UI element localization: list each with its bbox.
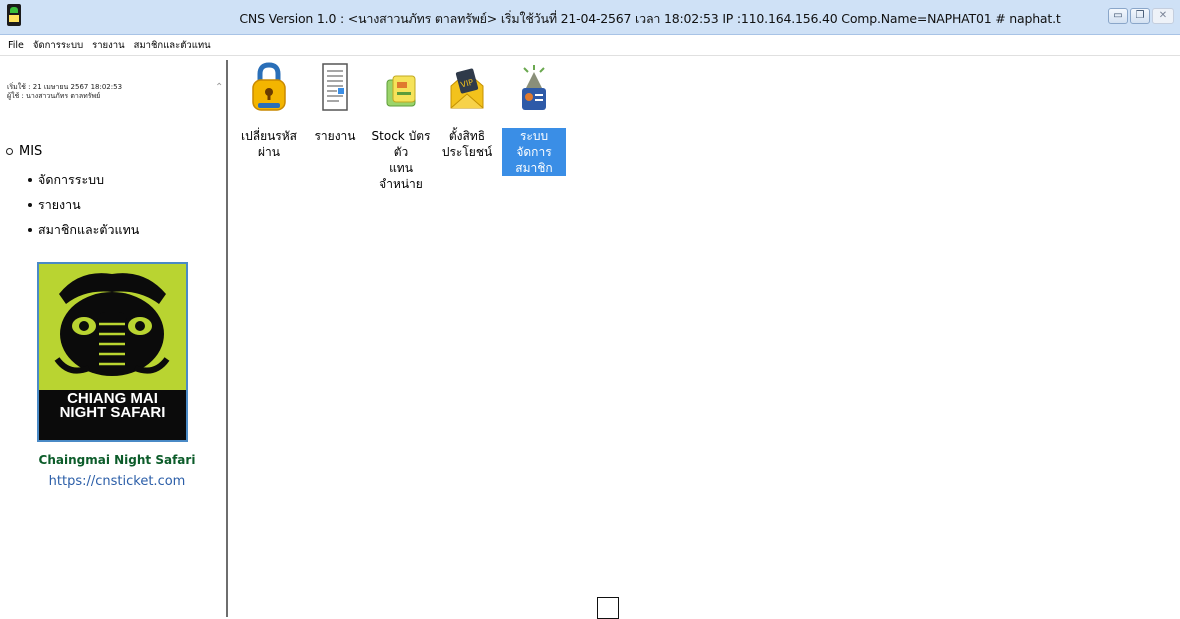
bullet-icon [28,203,32,207]
tile-set-privileges[interactable]: VIP ตั้งสิทธิ ประโยชน์ [435,62,499,160]
tile-member-management[interactable]: ระบบจัดการ สมาชิก [502,62,566,176]
logo-line-2: NIGHT SAFARI [59,404,166,421]
close-button[interactable]: ✕ [1152,8,1174,24]
tree-item-system-management[interactable]: จัดการระบบ [28,170,104,190]
bullet-icon [28,178,32,182]
menu-file[interactable]: File [8,40,24,51]
restore-button[interactable]: ❐ [1130,8,1150,24]
title-bar: CNS Version 1.0 : <นางสาวนภัทร ตาลทรัพย์… [0,0,1180,35]
menu-system-management[interactable]: จัดการระบบ [33,38,83,53]
website-link[interactable]: https://cnsticket.com [6,474,228,489]
tile-label-line1: ตั้งสิทธิ [448,129,486,143]
scroll-up-icon[interactable]: ⌃ [215,82,223,93]
sidebar: เริ่มใช้ : 21 เมษายน 2567 18:02:53 ผู้ใช… [6,60,228,617]
tile-label-line1: Stock บัตรตัว [371,129,431,159]
menu-bar: File จัดการระบบ รายงาน สมาชิกและตัวแทน [0,35,1180,56]
tile-label-line1: เปลี่ยนรหัส [241,129,297,143]
tile-change-password[interactable]: เปลี่ยนรหัส ผ่าน [237,62,301,160]
tree-root-mis[interactable]: MIS [6,144,42,159]
tree-node-icon [6,148,13,155]
tree-item-label: รายงาน [38,197,81,212]
tile-stock-agent-tickets[interactable]: Stock บัตรตัว แทนจำหน่าย [369,62,433,192]
elephant-logo-icon [54,273,170,376]
tile-reports[interactable]: รายงาน [303,62,367,144]
tree-item-reports[interactable]: รายงาน [28,195,81,215]
menu-reports[interactable]: รายงาน [92,38,124,53]
lock-icon [251,62,287,114]
tile-label-line2: สมาชิก [515,161,553,175]
logo-caption: Chaingmai Night Safari [38,453,196,467]
window-controls: ▭ ❐ ✕ [1108,8,1174,24]
logo-wordmark: CHIANG MAI NIGHT SAFARI [39,390,186,440]
vip-card-icon: VIP [449,62,485,114]
tile-label-line1: รายงาน [314,129,356,143]
ticket-stock-icon [383,62,419,114]
tree-item-label: จัดการระบบ [38,172,105,187]
tree-root-label: MIS [19,144,43,159]
night-safari-logo: CHIANG MAI NIGHT SAFARI [37,262,188,442]
tile-label-line2: แทนจำหน่าย [379,161,423,191]
menu-members-agents[interactable]: สมาชิกและตัวแทน [134,38,211,53]
bullet-icon [28,228,32,232]
tile-label-line1: ระบบจัดการ [516,129,552,159]
cursor-box [597,597,619,619]
minimize-button[interactable]: ▭ [1108,8,1128,24]
document-icon [317,62,353,114]
tree-item-label: สมาชิกและตัวแทน [38,222,140,237]
tile-label-line2: ประโยชน์ [441,145,493,159]
member-card-icon [516,62,552,114]
tile-label-line2: ผ่าน [258,145,280,159]
window-title: CNS Version 1.0 : <นางสาวนภัทร ตาลทรัพย์… [239,11,1061,26]
tree-item-members-agents[interactable]: สมาชิกและตัวแทน [28,220,139,240]
session-user-info: ผู้ใช้ : นางสาวนภัทร ตาลทรัพย์ [7,92,101,100]
